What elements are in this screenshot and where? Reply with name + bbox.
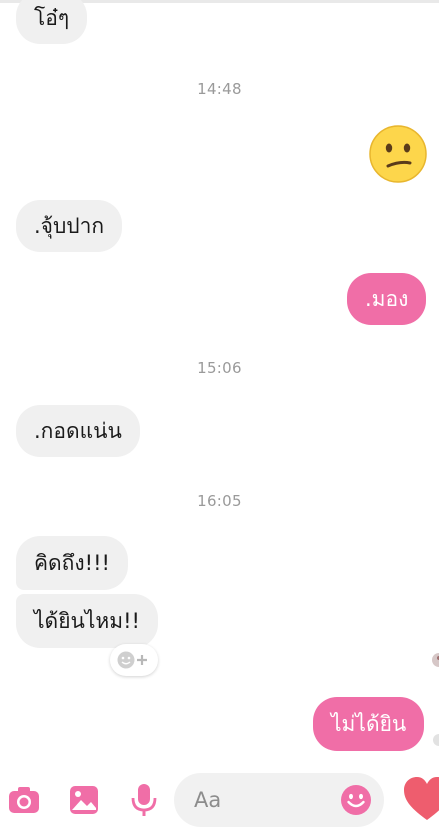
message-bubble-incoming[interactable]: คิดถึง!!! <box>16 536 128 590</box>
message-bubble-outgoing[interactable]: ไม่ได้ยิน <box>313 697 425 751</box>
seen-avatar <box>433 734 439 746</box>
emoji-icon[interactable] <box>340 784 372 816</box>
composer-bar <box>0 770 439 832</box>
message-text: คิดถึง!!! <box>34 551 110 575</box>
message-text: โอ๋ๆ <box>34 6 70 30</box>
microphone-icon[interactable] <box>126 782 162 818</box>
message-bubble-incoming[interactable]: .กอดแน่น <box>16 405 140 457</box>
seen-avatar <box>432 653 439 667</box>
heart-icon[interactable] <box>402 776 439 822</box>
message-text: .กอดแน่น <box>34 419 122 443</box>
timestamp: 15:06 <box>197 359 242 377</box>
message-input[interactable] <box>192 787 336 813</box>
add-reaction-icon <box>117 651 147 669</box>
camera-icon[interactable] <box>6 782 42 818</box>
message-text: .มอง <box>365 287 409 311</box>
message-text: ไม่ได้ยิน <box>331 712 407 736</box>
message-input-box[interactable] <box>174 773 384 827</box>
image-icon[interactable] <box>66 782 102 818</box>
message-text: ได้ยินไหม!! <box>34 609 140 633</box>
confused-emoji[interactable] <box>368 124 428 184</box>
message-bubble-incoming[interactable]: โอ๋ๆ <box>16 0 88 44</box>
message-bubble-incoming[interactable]: ได้ยินไหม!! <box>16 594 158 648</box>
message-bubble-outgoing[interactable]: .มอง <box>347 273 427 325</box>
message-text: .จุ้บปาก <box>34 214 105 238</box>
add-reaction-button[interactable] <box>110 644 158 676</box>
message-bubble-incoming[interactable]: .จุ้บปาก <box>16 200 123 252</box>
timestamp: 14:48 <box>197 80 242 98</box>
timestamp: 16:05 <box>197 492 242 510</box>
